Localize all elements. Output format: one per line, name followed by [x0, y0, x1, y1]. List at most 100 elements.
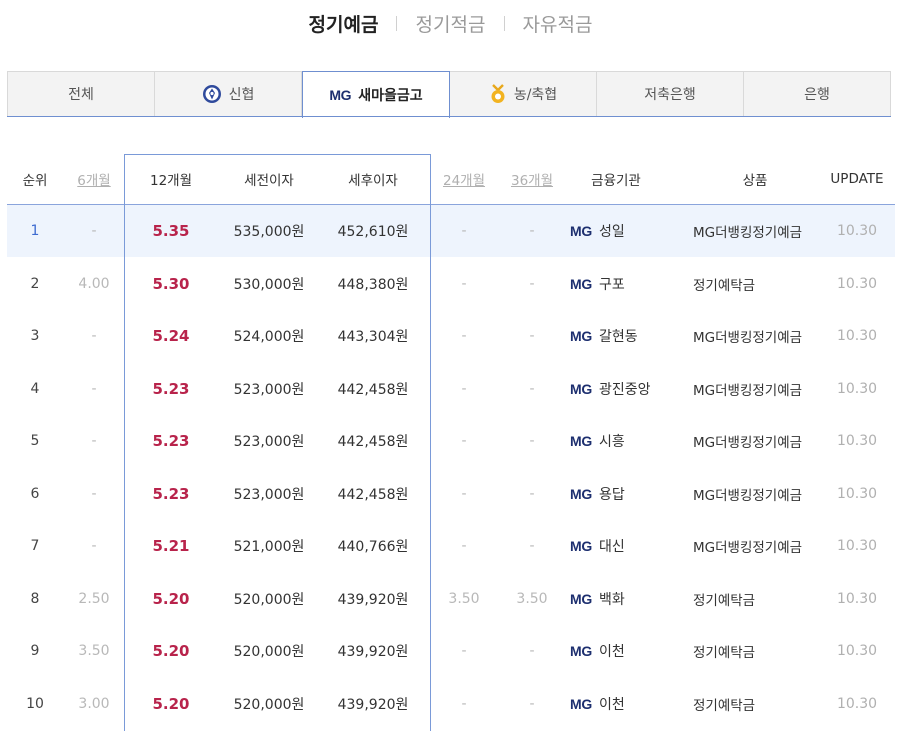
tab-all[interactable]: 전체	[7, 71, 155, 117]
institution-cell[interactable]: MG 이천	[561, 625, 671, 677]
tab-divider	[503, 16, 505, 31]
post-tax-interest-cell: 452,610원	[337, 224, 409, 240]
rate-12-months-cell: 5.20	[152, 642, 190, 660]
pre-tax-interest-cell: 521,000원	[233, 539, 305, 555]
product-name-cell[interactable]: MG더뱅킹정기예금	[671, 363, 839, 415]
tab-bank[interactable]: 은행	[744, 71, 891, 117]
update-date-cell: 10.30	[836, 223, 878, 239]
table-row[interactable]: 8 2.50 5.20 520,000원 439,920원 3.50 3.50 MG 백화 정기예…	[7, 573, 895, 625]
product-name-cell[interactable]: 정기예탁금	[671, 678, 839, 730]
institution-cell[interactable]: MG 대신	[561, 520, 671, 572]
rate-12-months-cell: 5.21	[152, 537, 190, 555]
tab-free-savings[interactable]: 자유적금	[523, 10, 593, 37]
pre-tax-interest-cell: 530,000원	[233, 277, 305, 293]
mg-logo-icon: MG	[570, 433, 592, 449]
rate-12-months-cell: 5.23	[152, 485, 190, 503]
tab-installment-savings[interactable]: 정기적금	[416, 10, 486, 37]
tab-saemaeul[interactable]: MG 새마을금고	[302, 71, 450, 118]
header-24-months[interactable]: 24개월	[425, 154, 503, 204]
table-row[interactable]: 6 - 5.23 523,000원 442,458원 - - MG 용답 MG더뱅킹정기예금 10.…	[7, 468, 895, 520]
rate-36-months-cell: -	[529, 538, 535, 554]
rate-36-months-cell: -	[529, 433, 535, 449]
tab-savings-bank-label: 저축은행	[644, 87, 696, 103]
post-tax-interest-cell: 442,458원	[337, 382, 409, 398]
product-name-cell[interactable]: MG더뱅킹정기예금	[671, 310, 839, 362]
institution-name: 구포	[598, 277, 625, 293]
institution-cell[interactable]: MG 용답	[561, 468, 671, 520]
header-post-tax-interest: 세후이자	[348, 173, 398, 189]
institution-cell[interactable]: MG 갈현동	[561, 310, 671, 362]
institution-cell[interactable]: MG 광진중앙	[561, 363, 671, 415]
tab-saemaeul-label: 새마을금고	[358, 88, 423, 104]
table-row[interactable]: 3 - 5.24 524,000원 443,304원 - - MG 갈현동 MG더뱅킹정기예금 10…	[7, 310, 895, 362]
institution-cell[interactable]: MG 백화	[561, 573, 671, 625]
institution-cell[interactable]: MG 시흥	[561, 415, 671, 467]
header-pre-tax-interest: 세전이자	[244, 173, 294, 189]
update-date-cell: 10.30	[836, 643, 878, 659]
mg-logo-icon: MG	[570, 643, 592, 659]
tab-nonghyup[interactable]: 농/축협	[450, 71, 597, 117]
tab-bank-label: 은행	[804, 87, 830, 103]
nonghyup-logo-icon	[491, 84, 505, 103]
table-row[interactable]: 2 4.00 5.30 530,000원 448,380원 - - MG 구포 정기예탁금 10.3…	[7, 258, 895, 310]
update-date-cell: 10.30	[836, 696, 878, 712]
institution-cell[interactable]: MG 이천	[561, 678, 671, 730]
pre-tax-interest-cell: 523,000원	[233, 382, 305, 398]
rate-24-months-cell: -	[461, 643, 467, 659]
rate-36-months-cell: -	[529, 223, 535, 239]
product-name-cell[interactable]: 정기예탁금	[671, 625, 839, 677]
rank-cell: 8	[30, 591, 40, 607]
rate-6-months-cell: -	[91, 538, 97, 554]
shinhyup-logo-icon	[202, 85, 221, 103]
header-36-months[interactable]: 36개월	[503, 154, 561, 204]
rate-6-months-cell: 3.00	[78, 696, 110, 712]
post-tax-interest-cell: 440,766원	[337, 539, 409, 555]
rate-36-months-cell: -	[529, 486, 535, 502]
tab-fixed-deposit[interactable]: 정기예금	[309, 10, 379, 37]
rate-36-months-cell: -	[529, 381, 535, 397]
product-name-cell[interactable]: 정기예탁금	[671, 573, 839, 625]
rank-cell: 2	[30, 276, 40, 292]
rank-cell: 7	[30, 538, 40, 554]
table-row[interactable]: 5 - 5.23 523,000원 442,458원 - - MG 시흥 MG더뱅킹정기예금 10.…	[7, 415, 895, 467]
table-row[interactable]: 9 3.50 5.20 520,000원 439,920원 - - MG 이천 정기예탁금 10.3…	[7, 625, 895, 677]
tab-savings-bank[interactable]: 저축은행	[597, 71, 744, 117]
header-12-months[interactable]: 12개월	[125, 154, 217, 204]
header-6-months[interactable]: 6개월	[63, 154, 125, 204]
product-name-cell[interactable]: 정기예탁금	[671, 258, 839, 310]
tab-divider	[396, 16, 398, 31]
table-row[interactable]: 7 - 5.21 521,000원 440,766원 - - MG 대신 MG더뱅킹정기예금 10.…	[7, 520, 895, 572]
table-row[interactable]: 1 - 5.35 535,000원 452,610원 - - MG 성일 MG더뱅킹정기예금 10.…	[7, 205, 895, 257]
tab-shinhyup-label: 신협	[228, 87, 255, 103]
pre-tax-interest-cell: 520,000원	[233, 697, 305, 713]
pre-tax-interest-cell: 523,000원	[233, 434, 305, 450]
update-date-cell: 10.30	[836, 328, 878, 344]
table-row[interactable]: 10 3.00 5.20 520,000원 439,920원 - - MG 이천 정기예탁금 10.…	[7, 678, 895, 730]
product-name-cell[interactable]: MG더뱅킹정기예금	[671, 468, 839, 520]
product-name-cell[interactable]: MG더뱅킹정기예금	[671, 520, 839, 572]
rate-24-months-cell: 3.50	[448, 591, 480, 607]
mg-logo-icon: MG	[570, 486, 592, 502]
rank-cell: 9	[30, 643, 40, 659]
institution-cell[interactable]: MG 구포	[561, 258, 671, 310]
rate-36-months-cell: -	[529, 328, 535, 344]
rate-36-months-cell: 3.50	[516, 591, 548, 607]
pre-tax-interest-cell: 524,000원	[233, 329, 305, 345]
post-tax-interest-cell: 442,458원	[337, 487, 409, 503]
product-name-cell[interactable]: MG더뱅킹정기예금	[671, 415, 839, 467]
post-tax-interest-cell: 448,380원	[337, 277, 409, 293]
institution-cell[interactable]: MG 성일	[561, 205, 671, 257]
update-date-cell: 10.30	[836, 276, 878, 292]
tab-shinhyup[interactable]: 신협	[155, 71, 302, 117]
institution-tabs: 전체 신협 MG 새마을금고 농/축협 저축은행 은행	[7, 71, 891, 118]
rate-24-months-cell: -	[461, 433, 467, 449]
rate-12-months-cell: 5.35	[152, 222, 190, 240]
product-name-cell[interactable]: MG더뱅킹정기예금	[671, 205, 839, 257]
rate-12-months-cell: 5.20	[152, 695, 190, 713]
post-tax-interest-cell: 439,920원	[337, 644, 409, 660]
mg-logo-icon: MG	[570, 276, 592, 292]
rate-12-months-cell: 5.30	[152, 275, 190, 293]
rate-24-months-cell: -	[461, 223, 467, 239]
table-row[interactable]: 4 - 5.23 523,000원 442,458원 - - MG 광진중앙 MG더뱅킹정기예금 1…	[7, 363, 895, 415]
rate-24-months-cell: -	[461, 538, 467, 554]
